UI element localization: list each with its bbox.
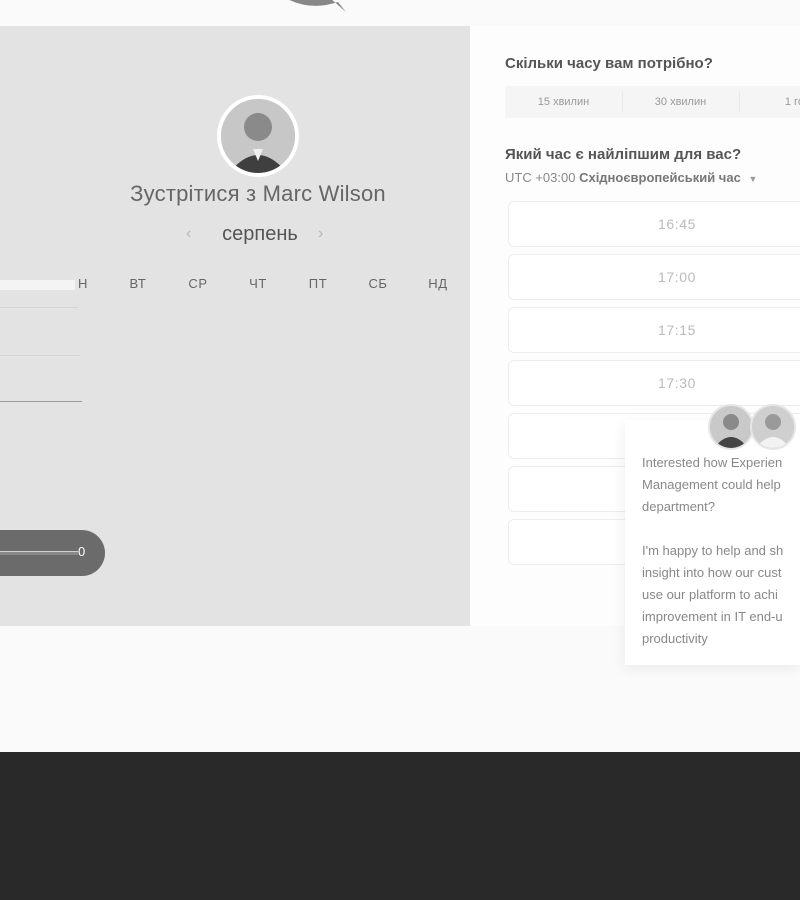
chat-popup[interactable]: Interested how Experien Management could… — [625, 420, 800, 665]
timezone-selector[interactable]: UTC +03:00 Східноєвропейський час ▼ — [505, 170, 757, 185]
time-slot[interactable]: 16:45 — [508, 201, 800, 247]
duration-option-30[interactable]: 30 хвилин — [622, 86, 739, 118]
chat-message-line: department? — [642, 499, 715, 514]
calendar-week-row — [50, 346, 470, 366]
slider-track[interactable] — [0, 551, 78, 555]
slider-value: 0 — [78, 544, 86, 559]
weekday-label: СР — [188, 276, 208, 291]
weekday-label: ПТ — [308, 276, 328, 291]
time-slot[interactable]: 17:30 — [508, 360, 800, 406]
person-icon — [710, 406, 752, 448]
calendar-week-row — [50, 446, 470, 466]
host-avatar — [217, 95, 299, 177]
weekday-label: ЧТ — [249, 276, 267, 291]
chat-message-line: productivity — [642, 631, 708, 646]
month-label: серпень — [222, 223, 298, 245]
slider-toggle[interactable]: 0 — [0, 530, 105, 576]
weekday-label: ВТ — [129, 276, 147, 291]
duration-selector: 15 хвилин 30 хвилин 1 год — [505, 86, 800, 118]
chat-message-line: Interested how Experien — [642, 455, 783, 470]
time-question: Який час є найліпшим для вас? — [505, 146, 742, 163]
timezone-offset: UTC +03:00 — [505, 170, 576, 185]
logo-icon — [289, 0, 346, 12]
calendar-week-row — [50, 544, 470, 564]
meeting-title: Зустрітися з Marc Wilson — [130, 181, 386, 206]
chat-message-line: I'm happy to help and sh — [642, 543, 784, 558]
weekday-label: Н — [78, 276, 88, 291]
agent-avatar[interactable] — [708, 404, 754, 450]
chat-message-line: insight into how our cust — [642, 565, 782, 580]
duration-option-60[interactable]: 1 год — [739, 86, 800, 118]
calendar-week-row — [50, 298, 470, 318]
chat-message-line: use our platform to achi — [642, 587, 778, 602]
time-slot[interactable]: 17:15 — [508, 307, 800, 353]
calendar-week-row — [50, 496, 470, 516]
person-icon — [221, 99, 295, 173]
chat-message-line: improvement in IT end-u — [642, 609, 783, 624]
time-slot-label: 17:30 — [657, 375, 697, 391]
time-slot[interactable]: 17:00 — [508, 254, 800, 300]
calendar-week-row — [50, 396, 470, 416]
time-slot-label: 17:00 — [657, 269, 697, 285]
weekday-label: НД — [428, 276, 448, 291]
chevron-right-icon[interactable]: › — [318, 225, 323, 243]
timezone-name: Східноєвропейський час — [579, 170, 741, 185]
duration-question: Скільки часу вам потрібно? — [505, 55, 713, 72]
duration-option-15[interactable]: 15 хвилин — [505, 86, 622, 118]
weekday-label: СБ — [368, 276, 388, 291]
person-icon — [752, 406, 794, 448]
time-slot-label: 16:45 — [657, 216, 697, 232]
calendar-panel: Зустрітися з Marc Wilson ‹ серпень › Н В… — [0, 26, 470, 626]
month-navigator: ‹ серпень › — [180, 223, 340, 251]
weekday-header: Н ВТ СР ЧТ ПТ СБ НД — [50, 276, 470, 296]
top-strip — [0, 0, 800, 26]
agent-avatar[interactable] — [750, 404, 796, 450]
chat-message-line: Management could help — [642, 477, 781, 492]
page-footer — [0, 752, 800, 900]
time-slot-label: 17:15 — [657, 322, 697, 338]
chevron-down-icon[interactable]: ▼ — [748, 174, 757, 184]
